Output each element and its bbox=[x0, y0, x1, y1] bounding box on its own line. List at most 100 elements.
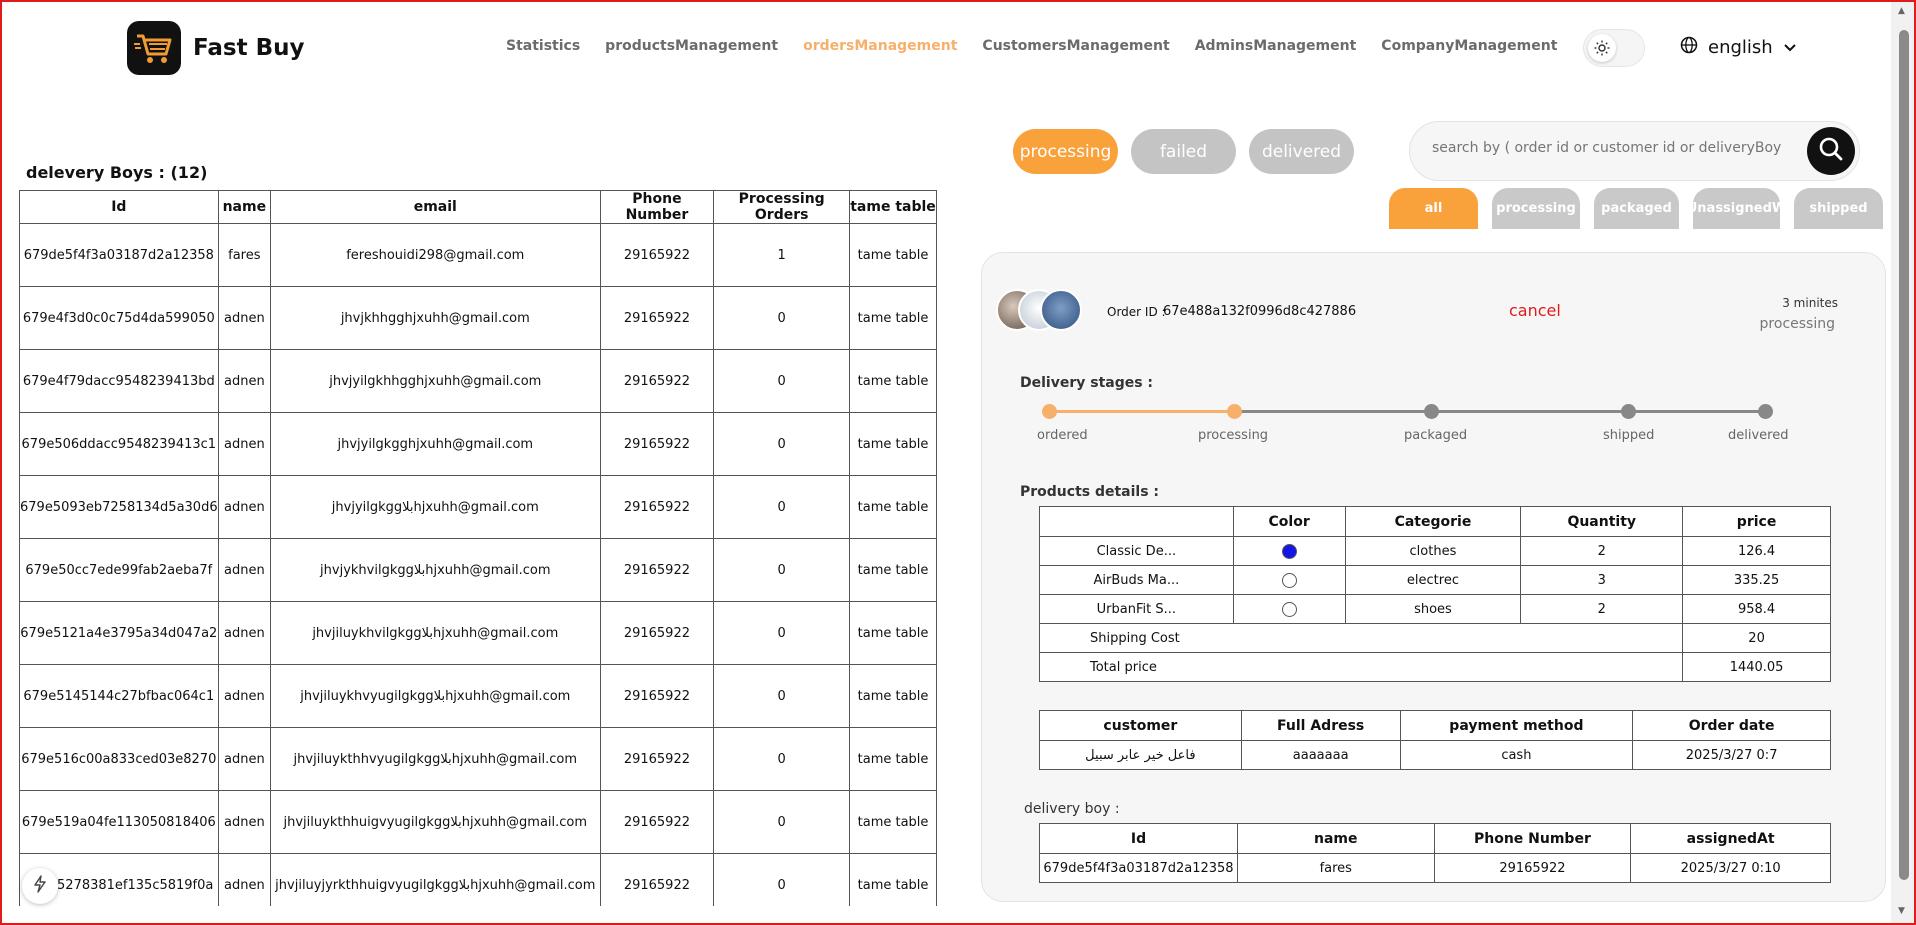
column-header: Phone Number bbox=[599, 190, 715, 224]
product-quantity: 3 bbox=[1520, 565, 1684, 595]
boy-email: jhvjyilgkggبلاhjxuhh@gmail.com bbox=[270, 475, 601, 539]
boy-time-table[interactable]: tame table bbox=[849, 349, 937, 413]
search-input[interactable] bbox=[1432, 140, 1782, 156]
column-header: customer bbox=[1039, 710, 1242, 741]
boy-time-table[interactable]: tame table bbox=[849, 790, 937, 854]
boy-time-table[interactable]: tame table bbox=[849, 475, 937, 539]
boy-email: jhvjkhhgghjxuhh@gmail.com bbox=[270, 286, 601, 350]
total-label: Total price bbox=[1038, 652, 1684, 682]
column-header: Phone Number bbox=[1433, 823, 1632, 854]
color-swatch bbox=[1281, 572, 1297, 588]
boy-name: adnen bbox=[217, 601, 272, 665]
table-row[interactable]: 679e5278381ef135c5819f0a adnen jhvjiluyjyr… bbox=[19, 853, 937, 906]
status-filter-failed[interactable]: failed bbox=[1131, 129, 1236, 174]
delivery-boys-table-container[interactable]: Id name email Phone Number Processing Or… bbox=[19, 190, 938, 906]
shipping-label: Shipping Cost bbox=[1038, 623, 1684, 653]
boy-time-table[interactable]: tame table bbox=[849, 727, 937, 791]
boy-phone: 29165922 bbox=[599, 664, 715, 728]
scroll-up-icon[interactable]: ▲ bbox=[1898, 6, 1905, 16]
language-select[interactable]: english bbox=[1680, 36, 1797, 59]
boy-id: 679de5f4f3a03187d2a12358 bbox=[19, 223, 219, 287]
column-header: Quantity bbox=[1520, 506, 1684, 537]
nav-products-management[interactable]: productsManagement bbox=[605, 38, 778, 54]
product-thumbnails bbox=[996, 289, 1082, 331]
column-header: Categorie bbox=[1344, 506, 1522, 537]
main-nav: Statistics productsManagement ordersMana… bbox=[506, 38, 1582, 54]
scroll-thumb[interactable] bbox=[1899, 30, 1909, 880]
chevron-down-icon bbox=[1783, 37, 1797, 58]
table-row[interactable]: 679e5093eb7258134d5a30d6 adnen jhvjyilgkgg… bbox=[19, 475, 937, 539]
tab-all[interactable]: all bbox=[1389, 188, 1478, 229]
table-row[interactable]: 679e5121a4e3795a34d047a2 adnen jhvjiluykhv… bbox=[19, 601, 937, 665]
boy-phone: 29165922 bbox=[599, 223, 715, 287]
boy-id: 679e4f79dacc9548239413bd bbox=[19, 349, 219, 413]
column-header: name bbox=[217, 190, 272, 224]
table-row[interactable]: 679de5f4f3a03187d2a12358 fares fereshouidi… bbox=[19, 223, 937, 287]
boy-time-table[interactable]: tame table bbox=[849, 601, 937, 665]
table-row[interactable]: 679e519a04fe113050818406 adnen jhvjiluykth… bbox=[19, 790, 937, 854]
order-search-bar bbox=[1409, 121, 1860, 181]
table-row[interactable]: 679e516c00a833ced03e8270 adnen jhvjiluykth… bbox=[19, 727, 937, 791]
nav-statistics[interactable]: Statistics bbox=[506, 38, 580, 54]
boy-phone: 29165922 bbox=[599, 538, 715, 602]
boy-email: jhvjykhvilgkggبلاhjxuhh@gmail.com bbox=[270, 538, 601, 602]
boy-email: jhvjiluykthhvyugilgkggبلاhjxuhh@gmail.co… bbox=[270, 727, 601, 791]
boy-phone: 29165922 bbox=[599, 412, 715, 476]
product-name: Classic De... bbox=[1039, 536, 1234, 566]
flash-button[interactable] bbox=[22, 868, 58, 904]
table-row: AirBuds Ma... electrec 3 335.25 bbox=[1039, 565, 1831, 595]
table-row[interactable]: 679e506ddacc9548239413c1 adnen jhvjyilgkgg… bbox=[19, 412, 937, 476]
boy-time-table[interactable]: tame table bbox=[849, 853, 937, 906]
page-scrollbar[interactable]: ▲ ▼ bbox=[1891, 0, 1916, 925]
delivery-stages-progress: ordered processing packaged shipped deli… bbox=[1037, 403, 1788, 443]
tab-unassigned[interactable]: UnassignedW bbox=[1687, 188, 1786, 229]
product-name: UrbanFit S... bbox=[1039, 594, 1234, 624]
column-header: Order date bbox=[1632, 710, 1831, 741]
product-category: electrec bbox=[1344, 565, 1522, 595]
brand-logo[interactable]: Fast Buy bbox=[127, 21, 304, 75]
search-button[interactable] bbox=[1807, 127, 1855, 175]
boy-id: 679e506ddacc9548239413c1 bbox=[19, 412, 219, 476]
tab-shipped[interactable]: shipped bbox=[1794, 188, 1883, 229]
boy-id: 679e516c00a833ced03e8270 bbox=[19, 727, 219, 791]
language-label: english bbox=[1708, 37, 1773, 58]
tab-packaged[interactable]: packaged bbox=[1594, 188, 1679, 229]
nav-orders-management[interactable]: ordersManagement bbox=[803, 38, 957, 54]
table-row[interactable]: 679e4f79dacc9548239413bd adnen jhvjyilgkhh… bbox=[19, 349, 937, 413]
stage-dot-packaged bbox=[1424, 404, 1439, 419]
boy-phone: 29165922 bbox=[599, 601, 715, 665]
column-header: tame table bbox=[849, 190, 937, 224]
boy-time-table[interactable]: tame table bbox=[849, 286, 937, 350]
table-header-row: Id name email Phone Number Processing Or… bbox=[19, 190, 937, 224]
status-filter-processing[interactable]: processing bbox=[1013, 129, 1118, 174]
nav-company-management[interactable]: CompanyManagement bbox=[1381, 38, 1557, 54]
order-id-value: 67e488a132f0996d8c427886 bbox=[1163, 304, 1357, 319]
boy-email: jhvjyilgkhhgghjxuhh@gmail.com bbox=[270, 349, 601, 413]
boy-time-table[interactable]: tame table bbox=[849, 223, 937, 287]
boy-name: adnen bbox=[217, 727, 272, 791]
column-header: Processing Orders bbox=[713, 190, 851, 224]
column-header: Id bbox=[1039, 823, 1238, 854]
stage-label-processing: processing bbox=[1198, 428, 1269, 443]
delivery-boy-table: Id name Phone Number assignedAt 679de5f4… bbox=[1039, 823, 1831, 883]
stage-dot-processing bbox=[1227, 404, 1242, 419]
boy-email: jhvjiluyjyrkthhuigvyugilgkggبلاhjxuhh@gm… bbox=[270, 853, 601, 906]
table-row[interactable]: 679e4f3d0c0c75d4da599050 adnen jhvjkhhgghj… bbox=[19, 286, 937, 350]
status-filter-delivered[interactable]: delivered bbox=[1249, 129, 1354, 174]
boy-time-table[interactable]: tame table bbox=[849, 538, 937, 602]
order-card[interactable]: Order ID : 67e488a132f0996d8c427886 canc… bbox=[981, 252, 1886, 902]
tab-processing[interactable]: processing bbox=[1492, 188, 1580, 229]
product-price: 126.4 bbox=[1682, 536, 1831, 566]
boy-processing-orders: 0 bbox=[713, 601, 851, 665]
table-row[interactable]: 679e5145144c27bfbac064c1 adnen jhvjiluykhv… bbox=[19, 664, 937, 728]
theme-toggle[interactable] bbox=[1583, 29, 1645, 67]
stage-dot-shipped bbox=[1621, 404, 1636, 419]
nav-customers-management[interactable]: CustomersManagement bbox=[982, 38, 1169, 54]
cancel-order-button[interactable]: cancel bbox=[1509, 301, 1561, 320]
scroll-down-icon[interactable]: ▼ bbox=[1898, 906, 1905, 916]
boy-time-table[interactable]: tame table bbox=[849, 664, 937, 728]
boy-time-table[interactable]: tame table bbox=[849, 412, 937, 476]
table-row[interactable]: 679e50cc7ede99fab2aeba7f adnen jhvjykhvilg… bbox=[19, 538, 937, 602]
search-icon bbox=[1818, 136, 1844, 166]
nav-admins-management[interactable]: AdminsManagement bbox=[1195, 38, 1357, 54]
